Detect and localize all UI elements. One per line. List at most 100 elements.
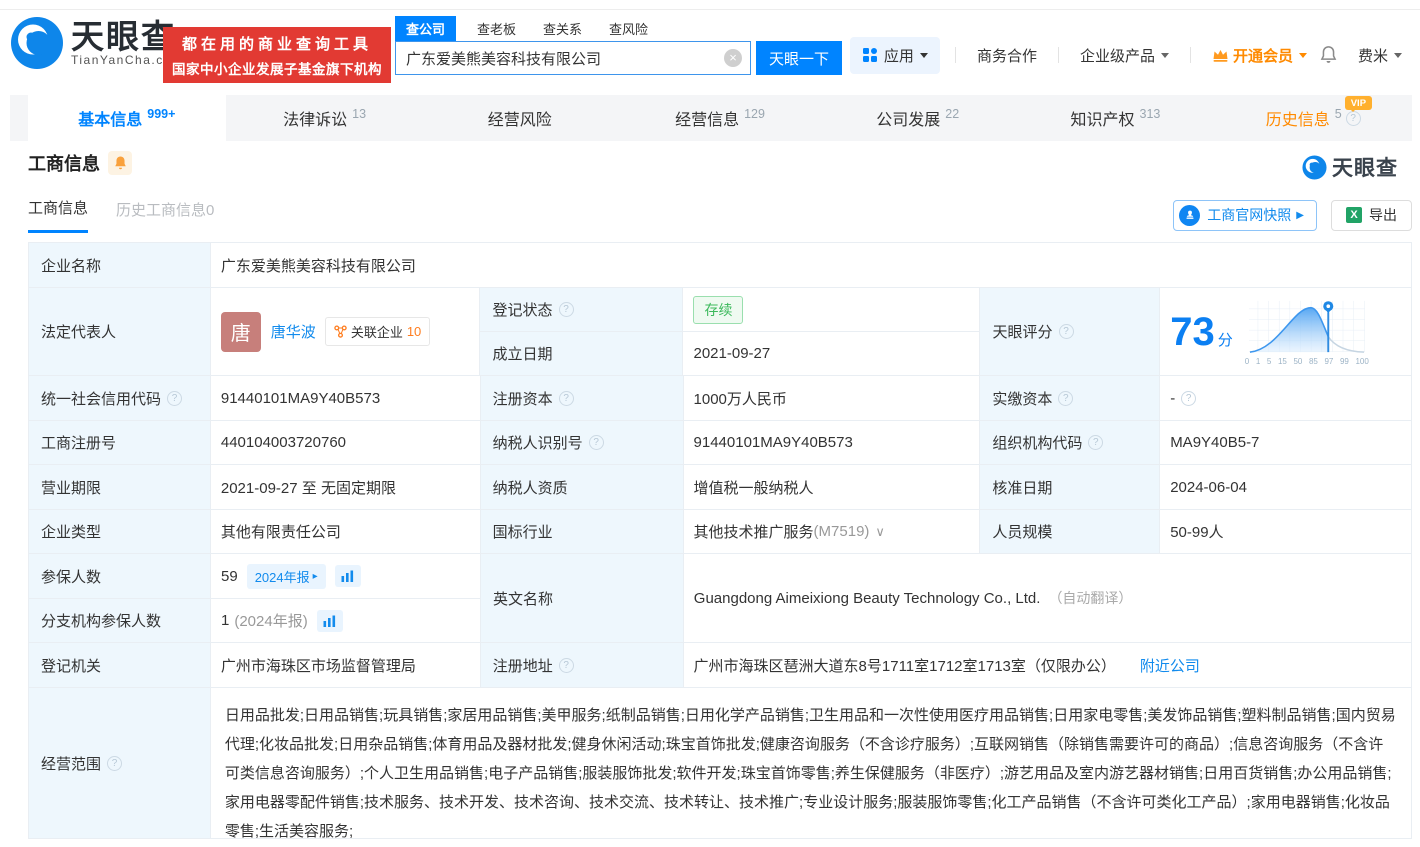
tab-count: 5 [1335, 107, 1342, 121]
tab-label: 经营风险 [488, 106, 552, 130]
page-top-divider [0, 9, 1420, 10]
table-row: 工商注册号 440104003720760 纳税人识别号 ? 91440101M… [29, 421, 1412, 465]
tab-label: 历史信息 [1266, 106, 1330, 130]
status-badge: 存续 [693, 296, 743, 324]
establish-date-value: 2021-09-27 [683, 332, 980, 376]
help-icon[interactable]: ? [107, 756, 122, 771]
legal-rep-name-link[interactable]: 唐华波 [271, 321, 316, 342]
company-type-label: 企业类型 [29, 510, 211, 554]
tab-count: 999+ [147, 107, 175, 121]
official-snapshot-button[interactable]: 工商官网快照 ▶ [1173, 200, 1317, 231]
approval-date-value: 2024-06-04 [1160, 465, 1412, 510]
apps-menu[interactable]: 应用 [850, 37, 940, 74]
search-input[interactable] [395, 41, 751, 75]
help-icon[interactable]: ? [167, 391, 182, 406]
related-companies-label: 关联企业 [351, 322, 403, 341]
chevron-down-icon[interactable]: ∨ [875, 524, 885, 540]
vip-badge: VIP [1345, 96, 1372, 110]
table-row: 企业类型 其他有限责任公司 国标行业 其他技术推广服务 (M7519) ∨ 人员… [29, 510, 1412, 554]
nav-vip-label: 开通会员 [1233, 45, 1293, 66]
search-tab-company[interactable]: 查公司 [395, 16, 456, 41]
tab-count: 129 [744, 107, 765, 121]
tab-legal[interactable]: 法律诉讼 13 [226, 95, 424, 141]
annual-report-badge[interactable]: 2024年报 ▸ [247, 564, 326, 589]
subtab-business-info[interactable]: 工商信息 [28, 197, 88, 233]
tab-operating-info[interactable]: 经营信息 129 [621, 95, 819, 141]
reg-number-value: 440104003720760 [211, 421, 481, 465]
play-icon: ▸ [313, 571, 318, 582]
watermark-text: 天眼查 [1332, 152, 1398, 182]
help-icon[interactable]: ? [1088, 435, 1103, 450]
notification-bell[interactable] [1319, 45, 1338, 65]
business-term-value: 2021-09-27 至 无固定期限 [211, 465, 481, 510]
tab-development[interactable]: 公司发展 22 [819, 95, 1017, 141]
trend-chart-button[interactable] [335, 565, 361, 587]
trend-chart-button[interactable] [317, 610, 343, 632]
credit-code-label: 统一社会信用代码 ? [29, 376, 211, 421]
reg-capital-label: 注册资本 ? [481, 376, 684, 421]
business-info-table: 企业名称 广东爱美熊美容科技有限公司 法定代表人 唐 唐华波 关联企业 10 [28, 242, 1412, 839]
company-type-value: 其他有限责任公司 [211, 510, 481, 554]
org-code-label: 组织机构代码 ? [980, 421, 1160, 465]
reg-status-value: 存续 [683, 288, 980, 332]
help-icon[interactable]: ? [1058, 391, 1073, 406]
chevron-down-icon [1161, 53, 1169, 58]
tianyancha-logo[interactable]: 天眼查 TianYanCha.com [10, 16, 183, 70]
nav-vip-upgrade[interactable]: 开通会员 [1212, 45, 1307, 66]
chevron-down-icon [920, 53, 928, 58]
help-icon[interactable]: ? [1059, 324, 1074, 339]
nav-enterprise[interactable]: 企业级产品 [1080, 45, 1169, 66]
insured-value: 59 2024年报 ▸ [211, 554, 481, 599]
export-label: 导出 [1369, 205, 1397, 225]
legal-rep-label: 法定代表人 [29, 288, 211, 376]
tab-count: 22 [945, 107, 959, 121]
search-tab-boss[interactable]: 查老板 [477, 19, 516, 38]
monitor-bell-button[interactable] [108, 151, 132, 175]
chevron-down-icon [1299, 53, 1307, 58]
help-icon[interactable]: ? [589, 435, 604, 450]
tab-label: 经营信息 [675, 106, 739, 130]
clear-icon[interactable]: × [724, 49, 742, 67]
apps-grid-icon [862, 47, 878, 63]
reg-number-label: 工商注册号 [29, 421, 211, 465]
play-icon: ▶ [1296, 210, 1304, 221]
industry-code: (M7519) [814, 523, 870, 540]
tab-operating-risk[interactable]: 经营风险 [423, 95, 621, 141]
search-tab-risk[interactable]: 查风险 [609, 19, 648, 38]
bar-chart-icon [323, 615, 336, 627]
tab-history-info[interactable]: VIP 历史信息 5 ? [1214, 95, 1412, 141]
search-tab-relation[interactable]: 查关系 [543, 19, 582, 38]
section-title: 工商信息 [28, 150, 100, 176]
score-value: 73 分 [1160, 288, 1412, 376]
help-icon[interactable]: ? [559, 658, 574, 673]
help-icon[interactable]: ? [1181, 391, 1196, 406]
table-row: 营业期限 2021-09-27 至 无固定期限 纳税人资质 增值税一般纳税人 核… [29, 465, 1412, 510]
tab-intellectual-property[interactable]: 知识产权 313 [1017, 95, 1215, 141]
apps-label: 应用 [884, 45, 914, 66]
score-distribution-chart[interactable]: 0151550859799100 [1243, 298, 1371, 366]
branch-insured-note: (2024年报) [234, 610, 307, 631]
auto-translate-note: （自动翻译） [1048, 588, 1132, 608]
export-button[interactable]: X 导出 [1331, 200, 1412, 231]
related-companies-badge[interactable]: 关联企业 10 [325, 317, 430, 346]
bell-icon [113, 155, 128, 171]
user-menu[interactable]: 费米 [1358, 45, 1402, 66]
nav-cooperation[interactable]: 商务合作 [977, 45, 1037, 66]
scope-value: 日用品批发;日用品销售;玩具销售;家居用品销售;美甲服务;纸制品销售;日用化学产… [211, 688, 1412, 839]
tab-label: 法律诉讼 [283, 106, 347, 130]
tianyancha-logo-icon [1302, 155, 1327, 180]
help-icon[interactable]: ? [559, 391, 574, 406]
bar-chart-icon [341, 570, 354, 582]
legal-rep-avatar[interactable]: 唐 [221, 312, 261, 352]
table-row: 参保人数 59 2024年报 ▸ [29, 554, 1412, 643]
search-button[interactable]: 天眼一下 [756, 41, 842, 75]
excel-icon: X [1346, 207, 1362, 223]
tianyancha-watermark: 天眼查 [1302, 152, 1398, 182]
table-row: 登记机关 广州市海珠区市场监督管理局 注册地址 ? 广州市海珠区琶洲大道东8号1… [29, 643, 1412, 688]
tab-basic-info[interactable]: 基本信息 999+ [28, 95, 226, 141]
english-name-value: Guangdong Aimeixiong Beauty Technology C… [684, 554, 1412, 643]
nearby-companies-link[interactable]: 附近公司 [1140, 655, 1200, 676]
help-icon[interactable]: ? [559, 302, 574, 317]
org-code-value: MA9Y40B5-7 [1160, 421, 1412, 465]
subtab-history-business-info[interactable]: 历史工商信息0 [116, 199, 214, 232]
